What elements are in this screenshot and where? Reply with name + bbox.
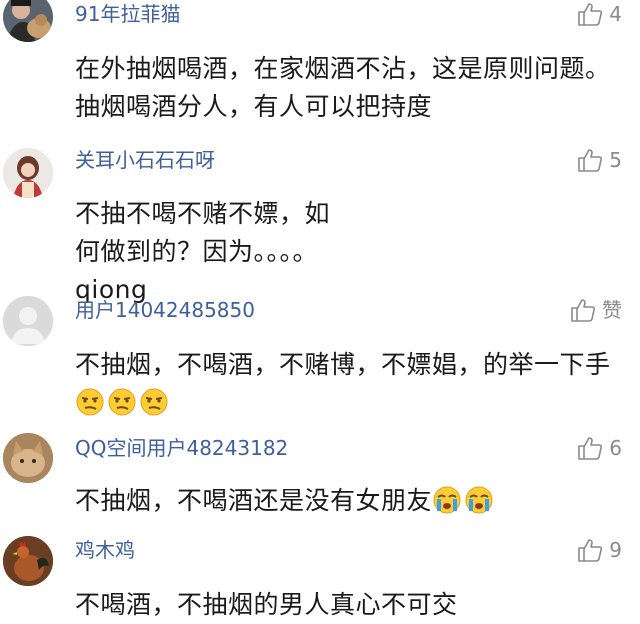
like-count: 9 — [609, 538, 622, 562]
crying-face-emoji — [464, 485, 494, 515]
comment-text: 不抽烟，不喝酒，不赌博，不嫖娼，的举一下手 — [75, 346, 630, 422]
doll-figure-avatar[interactable] — [3, 148, 53, 198]
thumbs-up-icon — [570, 298, 596, 322]
default-user-avatar[interactable] — [3, 296, 53, 346]
like-count: 5 — [609, 148, 622, 172]
comment-item: 91年拉菲猫 4 在外抽烟喝酒，在家烟酒不沾，这是原则问题。抽烟喝酒分人，有人可… — [0, 0, 640, 130]
smug-face-emoji — [107, 387, 137, 417]
comment-item: 鸡木鸡 9 不喝酒，不抽烟的男人真心不可交 — [0, 528, 640, 621]
smug-face-emoji — [139, 387, 169, 417]
thumbs-up-icon — [577, 2, 603, 26]
comment-username[interactable]: 关耳小石石石呀 — [75, 150, 215, 170]
rooster-avatar[interactable] — [3, 536, 53, 586]
crying-face-emoji — [432, 485, 462, 515]
comment-username[interactable]: QQ空间用户48243182 — [75, 438, 288, 458]
comment-username[interactable]: 用户14042485850 — [75, 300, 255, 320]
comment-item: 关耳小石石石呀 5 不抽不喝不赌不嫖，如何做到的？因为。。。。qiong — [0, 140, 640, 304]
comment-text: 不抽烟，不喝酒还是没有女朋友 — [75, 482, 630, 520]
like-button[interactable]: 6 — [577, 436, 622, 460]
comment-item: 用户14042485850 赞 不抽烟，不喝酒，不赌博，不嫖娼，的举一下手 — [0, 288, 640, 428]
like-button[interactable]: 赞 — [570, 298, 622, 322]
comment-text: 在外抽烟喝酒，在家烟酒不沾，这是原则问题。抽烟喝酒分人，有人可以把持度 — [75, 54, 611, 121]
like-button[interactable]: 5 — [577, 148, 622, 172]
like-button[interactable]: 9 — [577, 538, 622, 562]
like-count: 赞 — [602, 298, 622, 322]
thumbs-up-icon — [577, 148, 603, 172]
comment-item: QQ空间用户48243182 6 不抽烟，不喝酒还是没有女朋友 — [0, 428, 640, 528]
like-count: 6 — [609, 436, 622, 460]
comment-username[interactable]: 鸡木鸡 — [75, 540, 135, 560]
person-with-dog-avatar[interactable] — [3, 0, 53, 42]
cat-avatar[interactable] — [3, 433, 53, 483]
comment-username[interactable]: 91年拉菲猫 — [75, 4, 180, 24]
like-button[interactable]: 4 — [577, 2, 622, 26]
comment-text: 不喝酒，不抽烟的男人真心不可交 — [75, 590, 458, 619]
thumbs-up-icon — [577, 538, 603, 562]
like-count: 4 — [609, 2, 622, 26]
thumbs-up-icon — [577, 436, 603, 460]
smug-face-emoji — [75, 387, 105, 417]
